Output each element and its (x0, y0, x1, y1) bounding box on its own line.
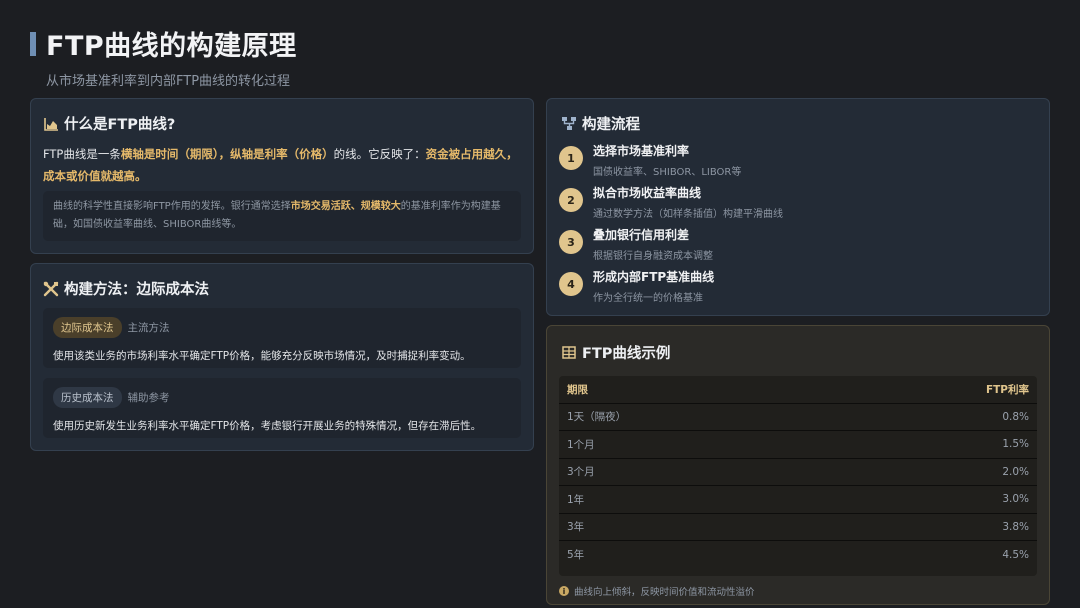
note-text-1: 曲线的科学性直接影响FTP作用的发挥。银行通常选择 (53, 201, 291, 212)
method-tag-note-historical: 辅助参考 (127, 392, 170, 404)
process-step: 2 拟合市场收益率曲线 通过数学方法（如样条插值）构建平滑曲线 (559, 186, 783, 220)
step-desc: 通过数学方法（如样条插值）构建平滑曲线 (593, 209, 783, 220)
term-cell: 1个月 (559, 430, 827, 459)
definition-text-1: FTP曲线是一条 (43, 147, 121, 161)
method-item-marginal: 边际成本法 主流方法 使用该类业务的市场利率水平确定FTP价格，能够充分反映市场情… (43, 308, 521, 368)
what-is-ftp-header: 什么是FTP曲线? (43, 113, 175, 134)
page-subtitle: 从市场基准利率到内部FTP曲线的转化过程 (46, 74, 291, 89)
chart-area-icon (43, 116, 59, 132)
table-row: 1天（隔夜） 0.8% (559, 403, 1037, 431)
tools-icon (43, 281, 59, 297)
rate-cell: 3.0% (826, 485, 1037, 514)
title-accent-bar (30, 32, 36, 56)
example-table-wrap: 期限 FTP利率 1天（隔夜） 0.8% 1个月 1.5% 3个月 2.0% 1… (559, 376, 1037, 576)
step-title: 叠加银行信用利差 (593, 228, 690, 242)
method-tag-historical: 历史成本法 (53, 387, 122, 408)
rate-cell: 3.8% (826, 513, 1037, 541)
step-number: 1 (559, 146, 583, 170)
step-title: 选择市场基准利率 (593, 144, 690, 158)
method-card: 构建方法：边际成本法 边际成本法 主流方法 使用该类业务的市场利率水平确定FTP价… (30, 263, 534, 451)
ftp-rate-table: 期限 FTP利率 1天（隔夜） 0.8% 1个月 1.5% 3个月 2.0% 1… (559, 376, 1037, 568)
example-title: FTP曲线示例 (582, 346, 671, 362)
definition-highlight-axes: 横轴是时间（期限），纵轴是利率（价格） (120, 147, 334, 161)
table-icon (561, 345, 577, 361)
sitemap-icon (561, 116, 577, 132)
table-row: 1个月 1.5% (559, 430, 1037, 459)
what-is-ftp-card: 什么是FTP曲线? FTP曲线是一条横轴是时间（期限），纵轴是利率（价格）的线。… (30, 98, 534, 254)
example-header: FTP曲线示例 (561, 342, 670, 363)
what-is-ftp-note-box: 曲线的科学性直接影响FTP作用的发挥。银行通常选择市场交易活跃、规模较大的基准利… (43, 191, 521, 241)
rate-cell: 4.5% (1002, 548, 1029, 561)
process-title: 构建流程 (582, 117, 640, 133)
rate-cell: 1.5% (826, 430, 1037, 459)
what-is-ftp-definition: FTP曲线是一条横轴是时间（期限），纵轴是利率（价格）的线。它反映了：资金被占用… (43, 143, 527, 187)
what-is-ftp-title: 什么是FTP曲线? (64, 117, 176, 133)
rate-cell: 0.8% (826, 403, 1037, 431)
term-cell: 5年 (567, 549, 585, 561)
term-cell: 3个月 (559, 458, 827, 486)
table-row: 1年 3.0% (559, 485, 1037, 514)
example-card: FTP曲线示例 期限 FTP利率 1天（隔夜） 0.8% 1个月 1.5% 3个… (546, 325, 1050, 605)
method-title: 构建方法：边际成本法 (64, 282, 209, 298)
table-header-row: 期限 FTP利率 (559, 376, 1037, 404)
what-is-ftp-note: 曲线的科学性直接影响FTP作用的发挥。银行通常选择市场交易活跃、规模较大的基准利… (53, 198, 511, 234)
term-cell: 1年 (559, 485, 827, 514)
table-row: 5年 4.5% (559, 541, 1037, 569)
footnote-text: 曲线向上倾斜，反映时间价值和流动性溢价 (574, 587, 755, 598)
column-header-term: 期限 (559, 376, 827, 404)
example-footnote: i 曲线向上倾斜，反映时间价值和流动性溢价 (559, 584, 755, 598)
step-desc: 作为全行统一的价格基准 (593, 293, 703, 304)
term-cell: 1天（隔夜） (559, 403, 827, 431)
rate-cell: 2.0% (826, 458, 1037, 486)
method-tag-row: 边际成本法 主流方法 (53, 316, 511, 338)
method-item-historical: 历史成本法 辅助参考 使用历史新发生业务利率水平确定FTP价格，考虑银行开展业务的… (43, 378, 521, 438)
column-header-rate: FTP利率 (826, 376, 1037, 404)
step-desc: 根据银行自身融资成本调整 (593, 251, 713, 262)
note-highlight: 市场交易活跃、规模较大 (290, 201, 401, 212)
page-title: FTP曲线的构建原理 (46, 31, 297, 62)
method-tag-row: 历史成本法 辅助参考 (53, 386, 511, 408)
step-title: 拟合市场收益率曲线 (593, 186, 702, 200)
method-tag-note-marginal: 主流方法 (127, 322, 170, 334)
method-desc-marginal: 使用该类业务的市场利率水平确定FTP价格，能够充分反映市场情况，及时捕捉利率变动… (53, 350, 471, 362)
method-header: 构建方法：边际成本法 (43, 278, 209, 299)
info-icon: i (559, 586, 569, 596)
process-card: 构建流程 1 选择市场基准利率 国债收益率、SHIBOR、LIBOR等 2 拟合… (546, 98, 1050, 316)
method-desc-historical: 使用历史新发生业务利率水平确定FTP价格，考虑银行开展业务的特殊情况，但存在滞后… (53, 420, 482, 432)
process-header: 构建流程 (561, 113, 640, 134)
process-step: 3 叠加银行信用利差 根据银行自身融资成本调整 (559, 228, 713, 262)
table-row: 3个月 2.0% (559, 458, 1037, 486)
definition-text-2: 的线。它反映了： (333, 147, 426, 161)
step-number: 3 (559, 230, 583, 254)
step-number: 4 (559, 272, 583, 296)
method-tag-marginal: 边际成本法 (53, 317, 122, 338)
process-step: 1 选择市场基准利率 国债收益率、SHIBOR、LIBOR等 (559, 144, 742, 178)
step-number: 2 (559, 188, 583, 212)
step-desc: 国债收益率、SHIBOR、LIBOR等 (593, 167, 742, 178)
process-step: 4 形成内部FTP基准曲线 作为全行统一的价格基准 (559, 270, 714, 304)
table-row: 3年 3.8% (559, 513, 1037, 541)
step-title: 形成内部FTP基准曲线 (593, 270, 715, 284)
term-cell: 3年 (559, 513, 827, 541)
